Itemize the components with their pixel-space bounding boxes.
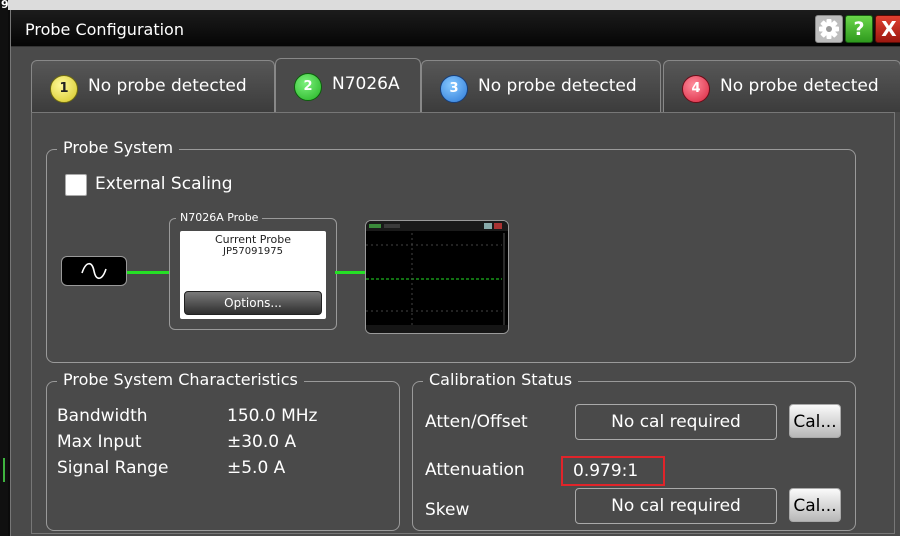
background-edge	[0, 0, 900, 10]
window-title: Probe Configuration	[25, 20, 184, 39]
edge-marker	[3, 458, 5, 482]
bandwidth-label: Bandwidth	[57, 406, 148, 426]
tab-probe-2[interactable]: 2 N7026A	[275, 58, 421, 112]
atten-offset-cal-button[interactable]: Cal...	[789, 404, 841, 438]
edge-number: 9	[1, 0, 9, 11]
calibration-group: Calibration Status Atten/Offset No cal r…	[412, 370, 856, 531]
attenuation-label: Attenuation	[425, 460, 525, 480]
tab-probe-3[interactable]: 3 No probe detected	[421, 60, 661, 112]
atten-offset-status: No cal required	[575, 404, 777, 440]
tab-probe-1[interactable]: 1 No probe detected	[31, 60, 275, 112]
signal-range-label: Signal Range	[57, 458, 169, 478]
characteristics-group: Probe System Characteristics Bandwidth 1…	[46, 370, 400, 531]
channel-1-badge: 1	[50, 75, 78, 103]
skew-status: No cal required	[575, 488, 777, 524]
skew-cal-button[interactable]: Cal...	[789, 488, 841, 522]
signal-range-value: ±5.0 A	[227, 458, 286, 478]
max-input-label: Max Input	[57, 432, 142, 452]
options-button[interactable]: Options...	[184, 291, 322, 315]
bandwidth-value: 150.0 MHz	[227, 406, 318, 426]
atten-offset-label: Atten/Offset	[425, 412, 528, 432]
attenuation-value: 0.979:1	[561, 456, 665, 486]
channel-3-badge: 3	[440, 75, 468, 103]
title-bar[interactable]: Probe Configuration ? X	[11, 10, 900, 47]
tab-label: No probe detected	[478, 76, 637, 96]
channel-4-badge: 4	[682, 75, 710, 103]
probe-system-group: Probe System External Scaling N7026A Pro…	[46, 138, 856, 363]
tab-label: No probe detected	[88, 76, 247, 96]
max-input-value: ±30.0 A	[227, 432, 297, 452]
tab-probe-4[interactable]: 4 No probe detected	[663, 60, 900, 112]
tab-label: N7026A	[332, 74, 400, 94]
channel-2-badge: 2	[294, 73, 322, 101]
probe-box-title: N7026A Probe	[176, 211, 263, 224]
external-scaling-checkbox[interactable]	[65, 174, 87, 196]
external-scaling-label[interactable]: External Scaling	[95, 174, 233, 194]
background-edge-left	[0, 0, 8, 536]
help-button[interactable]: ?	[845, 15, 873, 43]
calibration-title: Calibration Status	[423, 370, 579, 389]
signal-source-icon	[61, 256, 127, 286]
signal-wire-right	[335, 271, 365, 274]
current-probe-label: Current Probe	[214, 233, 291, 246]
probe-system-title: Probe System	[57, 138, 180, 157]
probe-box: N7026A Probe Current Probe JP57091975 Op…	[169, 211, 337, 330]
tab-content: Probe System External Scaling N7026A Pro…	[31, 112, 895, 534]
characteristics-title: Probe System Characteristics	[57, 370, 304, 389]
signal-wire-left	[127, 271, 169, 274]
probe-serial: JP57091975	[223, 246, 283, 257]
skew-label: Skew	[425, 500, 470, 520]
tab-label: No probe detected	[720, 76, 879, 96]
gear-icon[interactable]	[815, 15, 843, 43]
close-button[interactable]: X	[875, 15, 900, 43]
probe-configuration-dialog: Probe Configuration ? X 1 No probe detec…	[10, 10, 900, 536]
oscilloscope-thumbnail-icon	[365, 220, 509, 334]
current-probe-card: Current Probe JP57091975 Options...	[180, 231, 326, 319]
